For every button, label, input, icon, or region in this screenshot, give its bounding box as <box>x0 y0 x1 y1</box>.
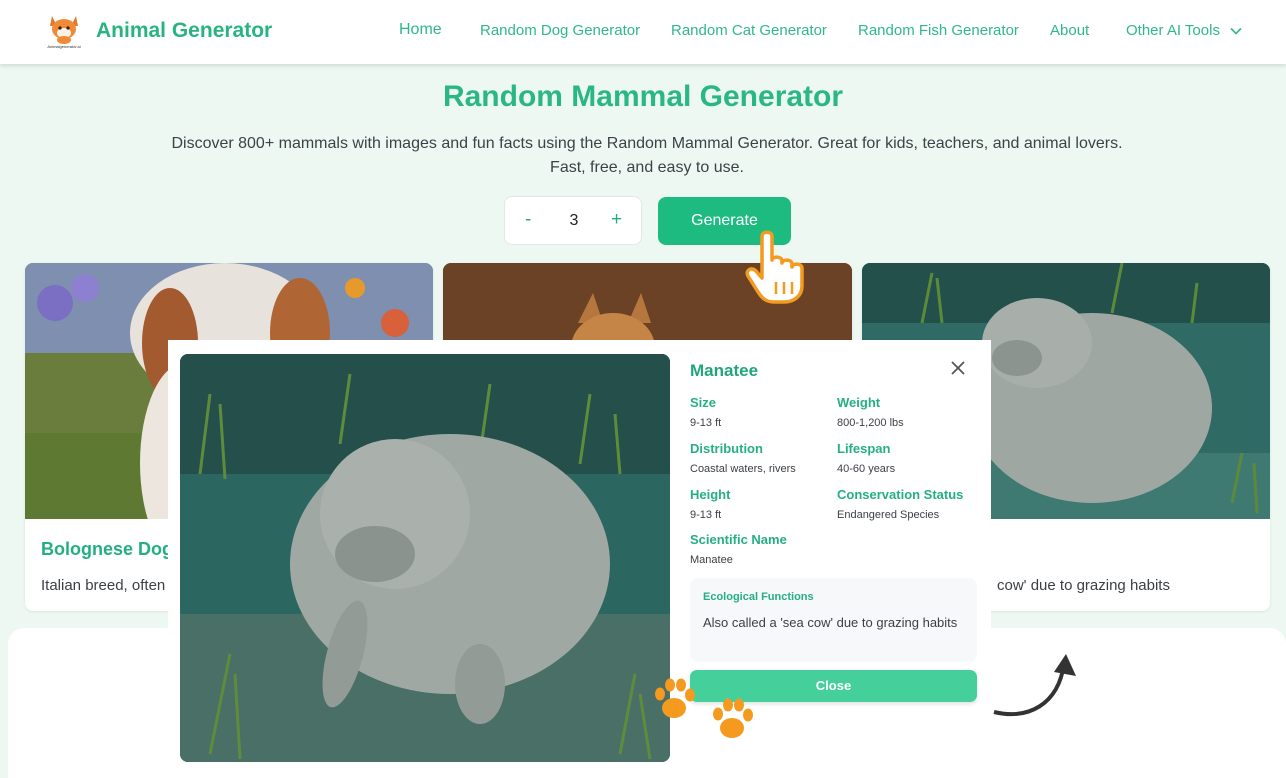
ecological-functions-label: Ecological Functions <box>703 591 814 603</box>
close-icon[interactable] <box>951 361 965 375</box>
card-description: cow' due to grazing habits <box>997 577 1170 594</box>
ecological-functions-text: Also called a 'sea cow' due to grazing h… <box>703 615 958 630</box>
nav-random-dog[interactable]: Random Dog Generator <box>480 22 640 39</box>
distribution-label: Distribution <box>690 441 763 456</box>
increment-button[interactable]: + <box>611 209 622 231</box>
pointer-hand-icon <box>745 230 804 304</box>
weight-label: Weight <box>837 395 881 410</box>
brand-name[interactable]: Animal Generator <box>96 19 272 43</box>
scientific-name-label: Scientific Name <box>690 532 787 547</box>
nav-random-fish[interactable]: Random Fish Generator <box>858 22 1019 39</box>
height-label: Height <box>690 487 731 502</box>
nav-other-ai-tools[interactable]: Other AI Tools <box>1126 22 1242 39</box>
chevron-down-icon <box>1230 27 1242 35</box>
ecological-functions-box: Ecological Functions Also called a 'sea … <box>690 578 977 662</box>
lifespan-value: 40-60 years <box>837 463 896 475</box>
lifespan-label: Lifespan <box>837 441 891 456</box>
manatee-photo <box>180 354 670 762</box>
count-stepper: - 3 + <box>504 196 642 245</box>
nav-random-cat[interactable]: Random Cat Generator <box>671 22 827 39</box>
curved-arrow-icon <box>993 654 1076 717</box>
card-title: Bolognese Dog <box>41 539 174 559</box>
nav-other-ai-tools-label: Other AI Tools <box>1126 22 1220 39</box>
paw-prints-icon <box>655 678 753 738</box>
distribution-value: Coastal waters, rivers <box>690 463 796 475</box>
scientific-name-value: Manatee <box>690 554 733 566</box>
nav-home[interactable]: Home <box>399 21 442 39</box>
weight-value: 800-1,200 lbs <box>837 417 904 429</box>
fox-logo-icon[interactable]: Animalgenerator.ai <box>42 12 86 50</box>
page-title: Random Mammal Generator <box>442 80 844 113</box>
animal-detail-modal: Manatee Size 9-13 ft Weight 800-1,200 lb… <box>168 340 991 778</box>
card-description: Italian breed, often <box>41 577 166 594</box>
conservation-status-label: Conservation Status <box>837 487 964 502</box>
conservation-status-value: Endangered Species <box>837 509 940 521</box>
count-value[interactable]: 3 <box>505 212 643 230</box>
logo-caption: Animalgenerator.ai <box>47 44 80 49</box>
size-value: 9-13 ft <box>690 417 722 429</box>
page-description: Discover 800+ mammals with images and fu… <box>171 135 1123 176</box>
animal-name: Manatee <box>690 361 759 380</box>
top-navigation-bar: Animalgenerator.ai Animal Generator Home… <box>0 0 1286 64</box>
size-label: Size <box>690 395 717 410</box>
height-value: 9-13 ft <box>690 509 722 521</box>
nav-about[interactable]: About <box>1050 22 1089 39</box>
